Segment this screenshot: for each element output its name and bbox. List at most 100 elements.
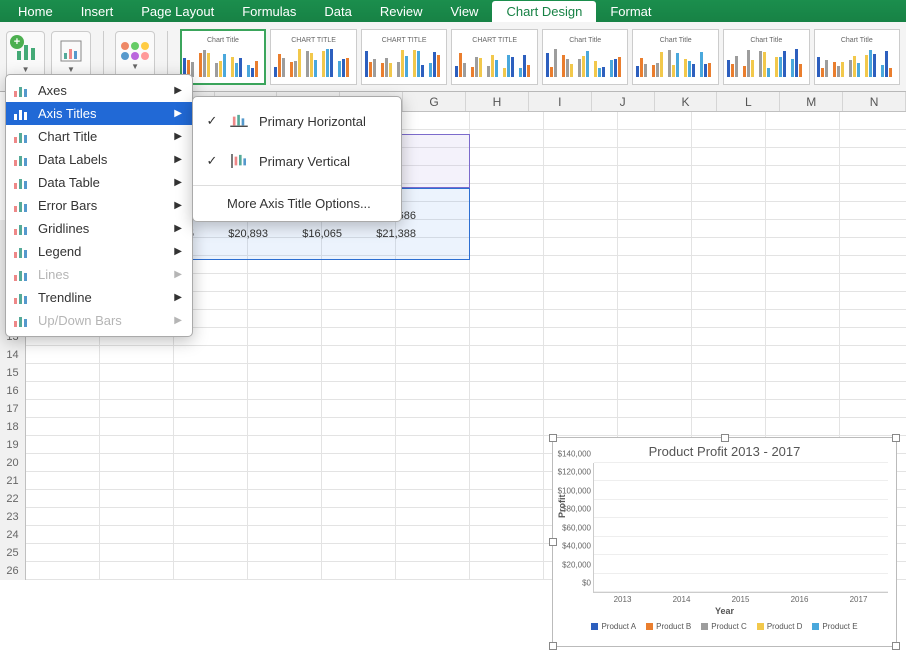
chart-style-thumb[interactable]: Chart Title (723, 29, 810, 85)
resize-handle[interactable] (549, 642, 557, 650)
resize-handle[interactable] (892, 642, 900, 650)
col-header-N[interactable]: N (843, 92, 906, 111)
submenu-primary-horizontal[interactable]: ✓ Primary Horizontal (193, 101, 401, 141)
checkmark-icon: ✓ (205, 153, 219, 169)
chevron-right-icon: ▶ (174, 131, 182, 142)
menu-item-label: Axes (38, 83, 67, 98)
submenu-primary-vertical[interactable]: ✓ Primary Vertical (193, 141, 401, 181)
x-axis-label[interactable]: Year (553, 606, 896, 616)
ribbon-tab-data[interactable]: Data (310, 1, 365, 22)
menu-item-data-labels[interactable]: Data Labels▶ (6, 148, 192, 171)
y-tick: $0 (582, 579, 594, 588)
legend-swatch (646, 623, 653, 630)
chevron-right-icon: ▶ (174, 200, 182, 211)
ribbon-tab-insert[interactable]: Insert (67, 1, 128, 22)
cell[interactable]: $21,388 (348, 225, 422, 243)
chart-style-thumb[interactable]: CHART TITLE (270, 29, 357, 85)
ribbon-tabs: HomeInsertPage LayoutFormulasDataReviewV… (0, 0, 906, 22)
ribbon-tab-format[interactable]: Format (596, 1, 665, 22)
menu-item-label: Error Bars (38, 198, 97, 213)
legend-swatch (812, 623, 819, 630)
resize-handle[interactable] (892, 434, 900, 442)
col-header-J[interactable]: J (592, 92, 655, 111)
y-tick: $140,000 (558, 450, 594, 459)
legend-label: Product E (822, 622, 857, 631)
menu-divider (193, 185, 401, 186)
row-header[interactable]: 20 (0, 454, 26, 472)
ribbon-tab-view[interactable]: View (437, 1, 493, 22)
row-header[interactable]: 21 (0, 472, 26, 490)
row-header[interactable]: 24 (0, 526, 26, 544)
x-tick: 2014 (673, 595, 691, 604)
menu-item-trendline[interactable]: Trendline ▶ (6, 286, 192, 309)
grid-row (26, 400, 906, 418)
ribbon-tab-formulas[interactable]: Formulas (228, 1, 310, 22)
cell[interactable]: $20,893 (200, 225, 274, 243)
resize-handle[interactable] (721, 434, 729, 442)
ribbon-tab-review[interactable]: Review (366, 1, 437, 22)
row-header[interactable]: 15 (0, 364, 26, 382)
row-header[interactable]: 22 (0, 490, 26, 508)
menu-item-legend[interactable]: Legend▶ (6, 240, 192, 263)
menu-item-icon (12, 290, 30, 306)
menu-item-icon (12, 244, 30, 260)
chart-style-thumb[interactable]: Chart Title (814, 29, 900, 85)
ribbon-tab-chart-design[interactable]: Chart Design (492, 1, 596, 22)
chevron-right-icon: ▶ (174, 292, 182, 303)
col-header-I[interactable]: I (529, 92, 592, 111)
row-header[interactable]: 23 (0, 508, 26, 526)
menu-item-label: Up/Down Bars (38, 313, 122, 328)
legend-item[interactable]: Product B (646, 622, 691, 631)
horizontal-axis-icon (227, 109, 251, 133)
row-header[interactable]: 17 (0, 400, 26, 418)
menu-item-icon (12, 313, 30, 329)
checkmark-icon: ✓ (205, 113, 219, 129)
legend-swatch (701, 623, 708, 630)
embedded-chart[interactable]: Product Profit 2013 - 2017 Profit $0$20,… (552, 437, 897, 647)
chart-style-thumb[interactable]: Chart Title (542, 29, 629, 85)
chart-style-thumb[interactable]: CHART TITLE (451, 29, 538, 85)
legend-item[interactable]: Product D (757, 622, 803, 631)
legend-label: Product D (767, 622, 803, 631)
legend-swatch (591, 623, 598, 630)
col-header-K[interactable]: K (655, 92, 718, 111)
col-header-G[interactable]: G (403, 92, 466, 111)
menu-item-data-table[interactable]: Data Table▶ (6, 171, 192, 194)
col-header-M[interactable]: M (780, 92, 843, 111)
row-header[interactable]: 25 (0, 544, 26, 562)
menu-item-icon (12, 152, 30, 168)
chart-style-thumb[interactable]: CHART TITLE (361, 29, 448, 85)
legend-item[interactable]: Product E (812, 622, 857, 631)
menu-item-chart-title[interactable]: Chart Title▶ (6, 125, 192, 148)
menu-item-gridlines[interactable]: Gridlines▶ (6, 217, 192, 240)
y-tick: $100,000 (558, 486, 594, 495)
grid-row (26, 346, 906, 364)
menu-item-icon (12, 106, 30, 122)
submenu-more-options[interactable]: More Axis Title Options... (193, 190, 401, 217)
menu-item-axes[interactable]: Axes▶ (6, 79, 192, 102)
col-header-H[interactable]: H (466, 92, 529, 111)
chevron-right-icon: ▶ (174, 315, 182, 326)
menu-item-axis-titles[interactable]: Axis Titles▶ (6, 102, 192, 125)
col-header-L[interactable]: L (717, 92, 780, 111)
chart-legend[interactable]: Product A Product B Product C Product D Prod… (553, 622, 896, 631)
row-header[interactable]: 19 (0, 436, 26, 454)
legend-label: Product B (656, 622, 691, 631)
menu-item-label: Trendline (38, 290, 92, 305)
chart-style-thumb[interactable]: Chart Title (632, 29, 719, 85)
x-tick: 2017 (850, 595, 868, 604)
ribbon-tab-page-layout[interactable]: Page Layout (127, 1, 228, 22)
menu-item-icon (12, 175, 30, 191)
row-header[interactable]: 14 (0, 346, 26, 364)
resize-handle[interactable] (549, 538, 557, 546)
x-tick: 2016 (791, 595, 809, 604)
resize-handle[interactable] (549, 434, 557, 442)
legend-item[interactable]: Product C (701, 622, 747, 631)
menu-item-error-bars[interactable]: Error Bars ▶ (6, 194, 192, 217)
row-header[interactable]: 18 (0, 418, 26, 436)
menu-item-icon (12, 221, 30, 237)
row-header[interactable]: 16 (0, 382, 26, 400)
cell[interactable]: $16,065 (274, 225, 348, 243)
ribbon-tab-home[interactable]: Home (4, 1, 67, 22)
legend-item[interactable]: Product A (591, 622, 636, 631)
